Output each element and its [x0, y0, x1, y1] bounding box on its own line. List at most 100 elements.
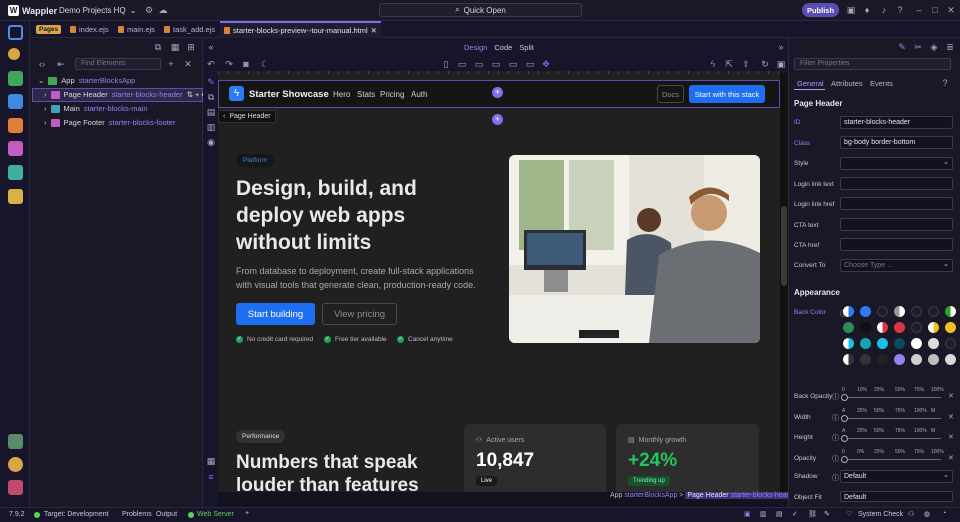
- color-swatch[interactable]: [877, 322, 888, 333]
- color-swatch[interactable]: [911, 354, 922, 365]
- find-elements-input[interactable]: Find Elements: [75, 58, 161, 70]
- tools-icon[interactable]: ✂: [913, 42, 923, 52]
- nav-link-stats[interactable]: Stats: [357, 90, 375, 99]
- workflow-icon[interactable]: [8, 71, 23, 86]
- clear-icon[interactable]: ✕: [948, 433, 954, 441]
- collapse-left-icon[interactable]: «: [206, 42, 216, 52]
- id-input[interactable]: starter-blocks-header: [840, 116, 953, 129]
- help-icon[interactable]: ?: [895, 5, 905, 15]
- color-swatch[interactable]: [911, 338, 922, 349]
- login-link-text-input[interactable]: [840, 177, 953, 190]
- minimize-icon[interactable]: –: [914, 5, 924, 15]
- edit-icon[interactable]: ✎: [206, 77, 216, 87]
- panel-icon[interactable]: ▣: [744, 510, 751, 518]
- tree-node-app[interactable]: ⌄ App starterBlocksApp: [38, 74, 135, 87]
- system-check-button[interactable]: System Check: [858, 511, 903, 518]
- sitemap-icon[interactable]: ⊞: [186, 42, 196, 52]
- notification-icon[interactable]: ◔: [942, 510, 946, 517]
- color-swatch[interactable]: [843, 354, 854, 365]
- insert-below-icon[interactable]: +: [492, 114, 503, 125]
- style-select[interactable]: [840, 157, 953, 170]
- extensions-icon[interactable]: [8, 189, 23, 204]
- canvas-scroll-thumb[interactable]: [781, 206, 787, 286]
- convert-to-select[interactable]: Choose Type ...: [840, 259, 953, 272]
- color-swatch[interactable]: [911, 322, 922, 333]
- code-mode-tab[interactable]: Code: [494, 43, 512, 52]
- color-swatch[interactable]: [894, 306, 905, 317]
- terminal-icon[interactable]: ▤: [776, 510, 783, 518]
- clear-icon[interactable]: ✕: [948, 413, 954, 421]
- pages-badge[interactable]: Pages: [36, 25, 62, 34]
- web-server-button[interactable]: Web Server: [197, 511, 234, 518]
- publish-button[interactable]: Publish: [802, 3, 839, 17]
- start-building-button[interactable]: Start building: [236, 303, 315, 325]
- app-logo[interactable]: W Wappler: [8, 5, 57, 16]
- split-mode-tab[interactable]: Split: [519, 43, 534, 52]
- quick-open-button[interactable]: ⌕ Quick Open: [379, 3, 582, 17]
- breadcrumb-selected[interactable]: Page Header starter-blocks-header: [685, 492, 799, 499]
- color-swatch[interactable]: [945, 354, 956, 365]
- expand-right-icon[interactable]: »: [776, 42, 786, 52]
- color-swatch[interactable]: [860, 354, 871, 365]
- filter-properties-input[interactable]: Filter Properties: [794, 58, 951, 70]
- color-swatch[interactable]: [843, 306, 854, 317]
- color-swatch[interactable]: [860, 322, 871, 333]
- color-swatch[interactable]: [860, 306, 871, 317]
- clear-icon[interactable]: ✕: [948, 392, 954, 400]
- slider-track[interactable]: [844, 458, 941, 460]
- color-swatch[interactable]: [843, 338, 854, 349]
- clear-icon[interactable]: ✕: [948, 454, 954, 462]
- edit-props-icon[interactable]: ✎: [897, 42, 907, 52]
- link-icon[interactable]: ⛓: [808, 510, 817, 518]
- help-circle-icon[interactable]: ?: [940, 78, 950, 88]
- slider-track[interactable]: [844, 438, 941, 439]
- pen-icon[interactable]: ✎: [824, 510, 830, 518]
- drop-icon[interactable]: ♦: [862, 5, 872, 15]
- add-icon[interactable]: +: [245, 510, 249, 517]
- project-selector[interactable]: Demo Projects HQ ⌄: [59, 6, 136, 15]
- color-swatch[interactable]: [894, 338, 905, 349]
- output-button[interactable]: Output: [156, 511, 177, 518]
- slider-handle[interactable]: [841, 435, 848, 442]
- color-swatch[interactable]: [928, 322, 939, 333]
- export-icon[interactable]: ⇱: [724, 59, 734, 69]
- tab-task-add[interactable]: task_add.ejs: [160, 21, 219, 38]
- class-input[interactable]: bg-body border-bottom: [840, 136, 953, 149]
- breadcrumb-app-class[interactable]: starterBlocksApp: [624, 492, 677, 499]
- insert-above-icon[interactable]: +: [492, 87, 503, 98]
- menu-icon[interactable]: ≡: [206, 472, 216, 482]
- color-swatch[interactable]: [860, 338, 871, 349]
- nav-link-pricing[interactable]: Pricing: [380, 90, 404, 99]
- color-swatch[interactable]: [945, 306, 956, 317]
- slider-handle[interactable]: [841, 455, 848, 463]
- device-phone-icon[interactable]: ▯: [441, 59, 451, 69]
- eye-icon[interactable]: ◉: [206, 137, 216, 147]
- gear-icon[interactable]: [8, 457, 23, 472]
- code-icon[interactable]: ‹›: [37, 59, 47, 69]
- tree-node-page-footer[interactable]: › Page Footer starter-blocks-footer: [44, 116, 175, 129]
- selected-element-label[interactable]: ‹ Page Header: [218, 110, 276, 123]
- tree-node-main[interactable]: › Main starter-blocks-main: [44, 102, 148, 115]
- shadow-select[interactable]: Default: [840, 470, 953, 483]
- slider-track[interactable]: [844, 397, 941, 398]
- globe-icon[interactable]: ◍: [924, 510, 930, 518]
- tab-events[interactable]: Events: [870, 79, 893, 88]
- layers-icon[interactable]: [8, 165, 23, 180]
- database-icon[interactable]: [8, 94, 23, 109]
- brand-name[interactable]: Starter Showcase: [249, 89, 329, 100]
- paste-icon[interactable]: ▤: [206, 107, 216, 117]
- color-swatch[interactable]: [928, 338, 939, 349]
- collapse-icon[interactable]: ⇤: [56, 59, 66, 69]
- tree-node-page-header[interactable]: › Page Header starter-blocks-header ⇅ + ▪: [44, 88, 204, 101]
- tab-general[interactable]: General: [797, 79, 824, 88]
- thumbs-up-icon[interactable]: ✓: [792, 510, 798, 518]
- docs-button[interactable]: Docs: [657, 85, 684, 103]
- device-wide-icon[interactable]: ▭: [525, 59, 535, 69]
- nav-link-auth[interactable]: Auth: [411, 90, 427, 99]
- layout-icon[interactable]: ▥: [760, 510, 767, 518]
- copy-icon[interactable]: ⧉: [206, 92, 216, 102]
- tab-index[interactable]: index.ejs: [66, 21, 113, 38]
- routes-icon[interactable]: [8, 118, 23, 133]
- view-pricing-button[interactable]: View pricing: [322, 303, 397, 325]
- color-swatch[interactable]: [928, 306, 939, 317]
